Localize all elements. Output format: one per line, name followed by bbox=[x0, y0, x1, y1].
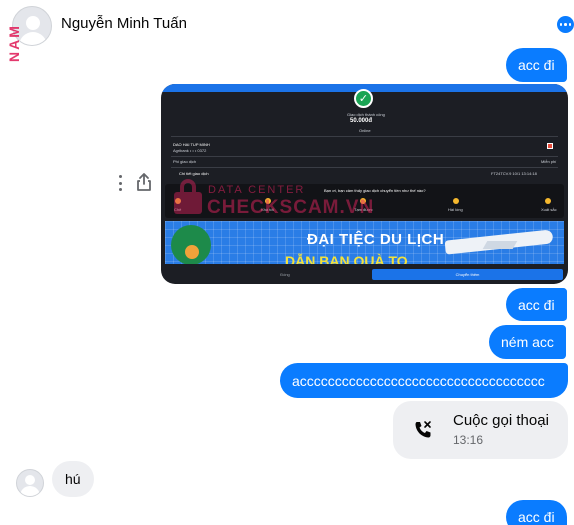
transfer-status: Giao dịch thành công bbox=[347, 112, 385, 117]
detail-label: Chi tiết giao dịch bbox=[179, 171, 209, 176]
call-title: Cuộc gọi thoại bbox=[453, 412, 549, 429]
transfer-amount-sub: Online bbox=[359, 128, 371, 133]
contact-name[interactable]: Nguyễn Minh Tuấn bbox=[61, 15, 187, 32]
bank-logo-icon bbox=[547, 143, 553, 149]
recipient-account: Agribank • • • 0372 bbox=[173, 148, 207, 153]
message-bubble[interactable]: accccccccccccccccccccccccccccccccccc bbox=[280, 363, 568, 398]
rating-question: Bạn ơi, bạn cảm thấy giao dịch chuyển ti… bbox=[324, 188, 426, 193]
transfer-more-button-in-image: Chuyển thêm bbox=[372, 269, 563, 280]
transfer-amount: 50.000đ bbox=[350, 118, 373, 124]
message-bubble-incoming[interactable]: hú bbox=[52, 461, 94, 497]
fee-label: Phí giao dịch bbox=[173, 159, 197, 164]
contact-avatar-small[interactable] bbox=[16, 469, 44, 497]
fee-value: Miễn phí bbox=[541, 159, 557, 164]
watermark-big: CHECKSCAM.VN bbox=[207, 197, 375, 218]
call-bubble[interactable]: Cuộc gọi thoại 13:16 bbox=[393, 401, 568, 459]
watermark-small: DATA CENTER bbox=[208, 184, 306, 196]
message-bubble[interactable]: acc đi bbox=[506, 288, 567, 321]
call-time: 13:16 bbox=[453, 433, 484, 447]
side-watermark: NAM bbox=[6, 24, 22, 62]
rating-option: Hài lòng bbox=[448, 207, 463, 212]
chat-header: Nguyễn Minh Tuấn bbox=[0, 0, 574, 48]
more-icon[interactable] bbox=[557, 16, 574, 33]
detail-value: FT24TCV.9 10/1 13:14:18 bbox=[491, 171, 537, 176]
message-bubble[interactable]: acc đi bbox=[506, 500, 567, 525]
lock-watermark-icon bbox=[174, 179, 202, 215]
check-icon: ✓ bbox=[354, 89, 373, 108]
promo-banner: ĐẠI TIỆC DU LỊCH DẪN BẠN QUÀ TO bbox=[165, 221, 564, 264]
banner-subtitle: DẪN BẠN QUÀ TO bbox=[285, 253, 408, 264]
recipient-name: DAO HAI TUP MINH bbox=[173, 142, 210, 147]
missed-call-icon bbox=[415, 421, 431, 438]
banner-title: ĐẠI TIỆC DU LỊCH bbox=[307, 231, 445, 248]
message-bubble[interactable]: ném acc bbox=[489, 325, 566, 359]
rating-option: Xuất sắc bbox=[541, 207, 557, 212]
vertical-dots-icon[interactable] bbox=[118, 175, 122, 191]
close-button-in-image: Đóng bbox=[280, 272, 290, 277]
message-bubble[interactable]: acc đi bbox=[506, 48, 567, 82]
chat-window: Nguyễn Minh Tuấn NAM acc đi ✓ Giao dịch … bbox=[0, 0, 574, 525]
share-icon[interactable] bbox=[135, 172, 153, 192]
